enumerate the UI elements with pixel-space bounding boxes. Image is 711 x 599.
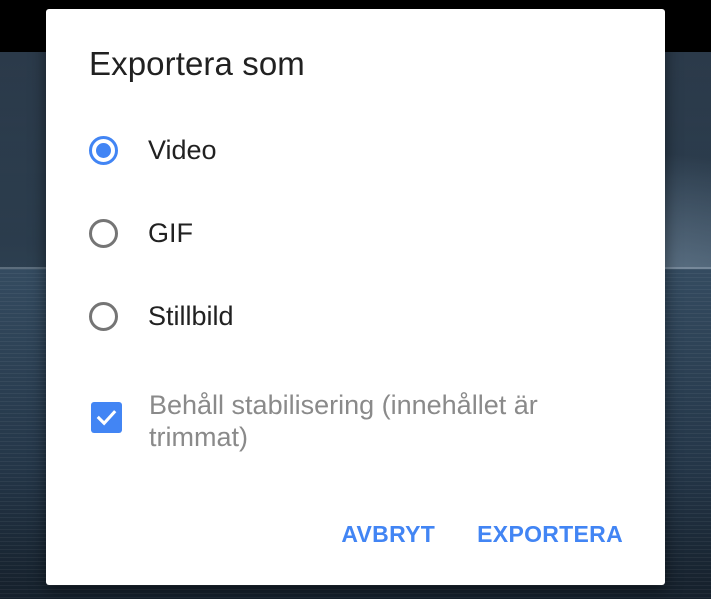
radio-dot: [96, 142, 111, 158]
export-button[interactable]: EXPORTERA: [477, 521, 623, 548]
radio-button-unchecked-icon[interactable]: [89, 218, 118, 248]
keep-stabilization-checkbox[interactable]: [91, 402, 122, 433]
cancel-button[interactable]: AVBRYT: [341, 521, 435, 548]
radio-button-checked-icon[interactable]: [89, 135, 118, 165]
option-still-image[interactable]: Stillbild: [89, 296, 234, 336]
screen: Exportera som Video GIF Stillbild Behåll…: [0, 0, 711, 599]
option-video-label: Video: [148, 134, 217, 165]
keep-stabilization-label: Behåll stabilisering (innehållet är trim…: [149, 390, 538, 452]
option-gif[interactable]: GIF: [89, 213, 193, 253]
dialog-actions: AVBRYT EXPORTERA: [341, 521, 623, 548]
dialog-title: Exportera som: [89, 45, 305, 82]
keep-stabilization-row[interactable]: Behåll stabilisering (innehållet är trim…: [91, 389, 611, 453]
export-dialog: Exportera som Video GIF Stillbild Behåll…: [46, 9, 665, 585]
radio-button-unchecked-icon[interactable]: [89, 301, 118, 331]
option-still-image-label: Stillbild: [148, 300, 234, 331]
option-gif-label: GIF: [148, 217, 193, 248]
option-video[interactable]: Video: [89, 130, 217, 170]
check-icon: [96, 410, 117, 426]
